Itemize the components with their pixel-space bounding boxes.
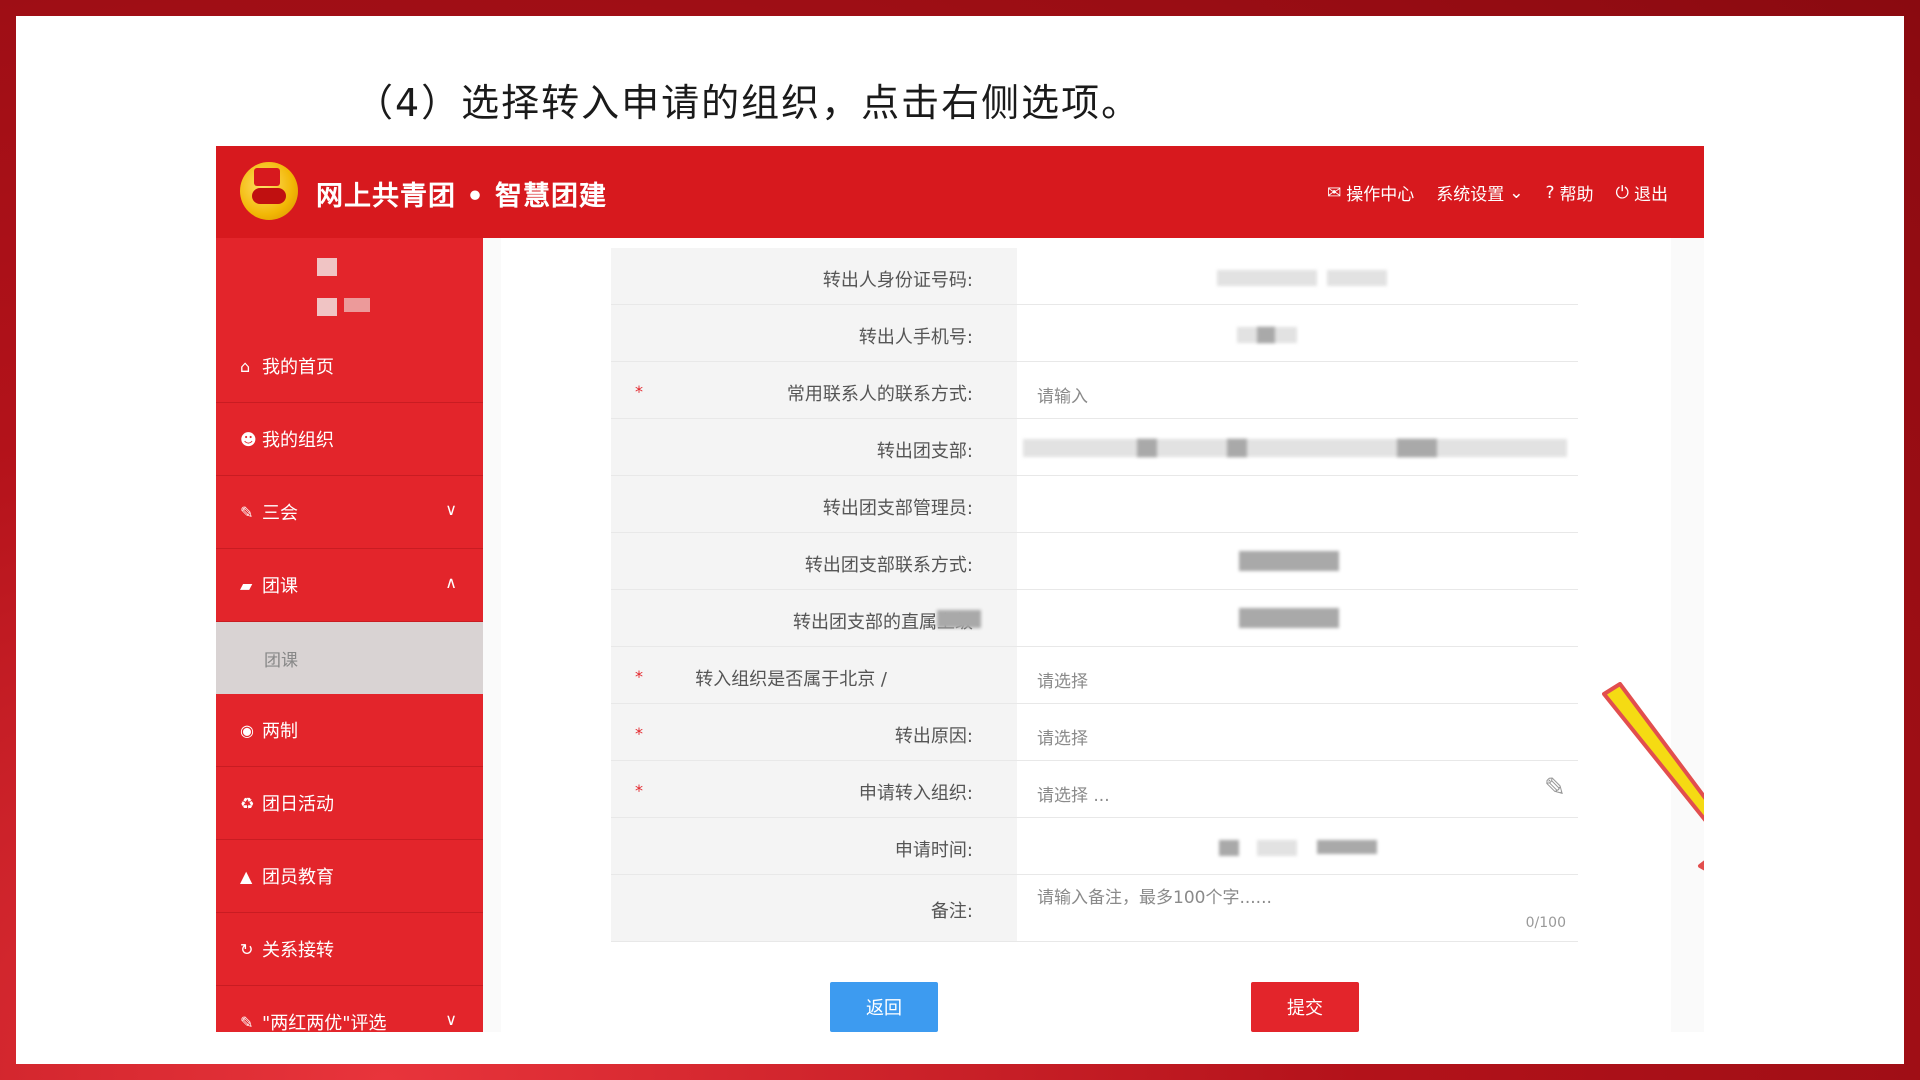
group-icon: ☻ — [240, 429, 257, 449]
chevron-down-icon: ∨ — [445, 1010, 457, 1029]
field-label: 常用联系人的联系方式: — [786, 384, 973, 405]
form-row: * 常用联系人的联系方式: 请输入 — [611, 362, 1578, 419]
main-content: 转出人身份证号码: 转出人手机号: * 常用联系人的联系方式: 请输入 转出团支… — [483, 238, 1704, 1032]
field-label: 转出团支部联系方式: — [804, 555, 973, 576]
required-mark: * — [635, 781, 643, 800]
form-row: * 申请转入组织: 请选择 ... ✎ — [611, 761, 1578, 818]
app-window: 网上共青团 • 智慧团建 ✉ 操作中心 系统设置 ⌄ ? 帮助 ⏻ 退出 ⌂ 我… — [216, 146, 1704, 1032]
form-row: 备注: 请输入备注，最多100个字...... 0/100 — [611, 875, 1578, 942]
target-org-select[interactable]: 请选择 ... ✎ — [1017, 761, 1578, 817]
char-counter: 0/100 — [1525, 915, 1566, 931]
sidebar-item-activity[interactable]: ♻ 团日活动 — [216, 767, 483, 840]
branch-admin-value — [1017, 476, 1578, 532]
nav-operation-center[interactable]: ✉ 操作中心 — [1327, 180, 1414, 206]
home-icon: ⌂ — [240, 356, 251, 376]
nav-system-settings[interactable]: 系统设置 ⌄ — [1436, 180, 1524, 206]
sidebar-item-education[interactable]: ▲ 团员教育 — [216, 840, 483, 913]
app-title: 网上共青团 • 智慧团建 — [316, 181, 608, 212]
app-header: 网上共青团 • 智慧团建 ✉ 操作中心 系统设置 ⌄ ? 帮助 ⏻ 退出 — [216, 146, 1704, 238]
edit-square-icon: ✎ — [240, 502, 254, 522]
parent-org-contact-value — [1017, 590, 1578, 646]
slide-caption: （4）选择转入申请的组织，点击右侧选项。 — [355, 81, 1142, 125]
field-label: 转出团支部: — [876, 441, 973, 462]
top-nav: ✉ 操作中心 系统设置 ⌄ ? 帮助 ⏻ 退出 — [1327, 180, 1668, 206]
sidebar: ⌂ 我的首页 ☻ 我的组织 ✎ 三会 ∨ ▰ 团课 ∧ 团课 ◉ 两制 ♻ 团日… — [216, 238, 483, 1032]
sidebar-item-liangzhi[interactable]: ◉ 两制 — [216, 694, 483, 767]
sidebar-item-sanhui[interactable]: ✎ 三会 ∨ — [216, 476, 483, 549]
form-row: 转出团支部: — [611, 419, 1578, 476]
edit-square-icon: ✎ — [240, 1012, 254, 1032]
help-icon: ? — [1545, 182, 1555, 203]
folder-icon: ▰ — [240, 575, 253, 595]
refresh-icon: ↻ — [240, 939, 254, 959]
power-icon: ⏻ — [1615, 182, 1629, 203]
field-label: 备注: — [930, 901, 973, 922]
form-row: 申请时间: — [611, 818, 1578, 875]
submit-button[interactable]: 提交 — [1251, 982, 1359, 1032]
annotation-arrow-icon — [1602, 682, 1704, 871]
required-mark: * — [635, 724, 643, 743]
chevron-down-icon: ⌄ — [1509, 182, 1524, 203]
sidebar-item-home[interactable]: ⌂ 我的首页 — [216, 330, 483, 403]
nav-logout[interactable]: ⏻ 退出 — [1615, 180, 1668, 206]
youth-league-logo-icon — [240, 162, 298, 220]
field-label: 转出人身份证号码: — [822, 270, 973, 291]
nav-help[interactable]: ? 帮助 — [1545, 180, 1594, 206]
envelope-icon: ✉ — [1327, 182, 1342, 203]
form-row: * 转入组织是否属于北京 / 请选择 — [611, 647, 1578, 704]
chevron-up-icon: ∧ — [445, 573, 457, 592]
form-row: 转出人手机号: — [611, 305, 1578, 362]
form-row: 转出团支部联系方式: — [611, 533, 1578, 590]
sidebar-item-tuanke[interactable]: ▰ 团课 ∧ — [216, 549, 483, 622]
field-label: 转出团支部管理员: — [822, 498, 973, 519]
required-mark: * — [635, 667, 643, 686]
field-label: 申请时间: — [894, 840, 973, 861]
field-label: 申请转入组织: — [858, 783, 973, 804]
sidebar-item-evaluation[interactable]: ✎ "两红两优"评选 ∨ — [216, 986, 483, 1032]
sidebar-item-my-org[interactable]: ☻ 我的组织 — [216, 403, 483, 476]
edit-icon[interactable]: ✎ — [1544, 773, 1574, 803]
transfer-form: 转出人身份证号码: 转出人手机号: * 常用联系人的联系方式: 请输入 转出团支… — [611, 248, 1578, 942]
form-row: 转出团支部的直属上级 — [611, 590, 1578, 647]
source-branch-value — [1017, 419, 1578, 475]
chevron-down-icon: ∨ — [445, 500, 457, 519]
form-row: * 转出原因: 请选择 — [611, 704, 1578, 761]
user-avatar — [216, 238, 483, 330]
apply-time-value — [1017, 818, 1578, 874]
required-mark: * — [635, 382, 643, 401]
target-icon: ◉ — [240, 720, 254, 740]
id-number-value — [1017, 248, 1578, 304]
contact-input[interactable]: 请输入 — [1017, 362, 1578, 418]
field-label: 转出原因: — [894, 726, 973, 747]
branch-contact-value — [1017, 533, 1578, 589]
back-button[interactable]: 返回 — [830, 982, 938, 1032]
field-label: 转出人手机号: — [858, 327, 973, 348]
transfer-reason-select[interactable]: 请选择 — [1017, 704, 1578, 760]
field-label: 转入组织是否属于北京 / — [695, 669, 887, 690]
graduation-cap-icon: ▲ — [240, 866, 253, 886]
beijing-select[interactable]: 请选择 — [1017, 647, 1578, 703]
transfer-form-panel: 转出人身份证号码: 转出人手机号: * 常用联系人的联系方式: 请输入 转出团支… — [501, 238, 1671, 1032]
recycle-icon: ♻ — [240, 793, 255, 813]
phone-value — [1017, 305, 1578, 361]
form-row: 转出团支部管理员: — [611, 476, 1578, 533]
form-row: 转出人身份证号码: — [611, 248, 1578, 305]
sidebar-item-transfer[interactable]: ↻ 关系接转 — [216, 913, 483, 986]
sidebar-subitem-tuanke[interactable]: 团课 — [216, 622, 483, 694]
remark-textarea[interactable]: 请输入备注，最多100个字...... 0/100 — [1017, 875, 1578, 941]
